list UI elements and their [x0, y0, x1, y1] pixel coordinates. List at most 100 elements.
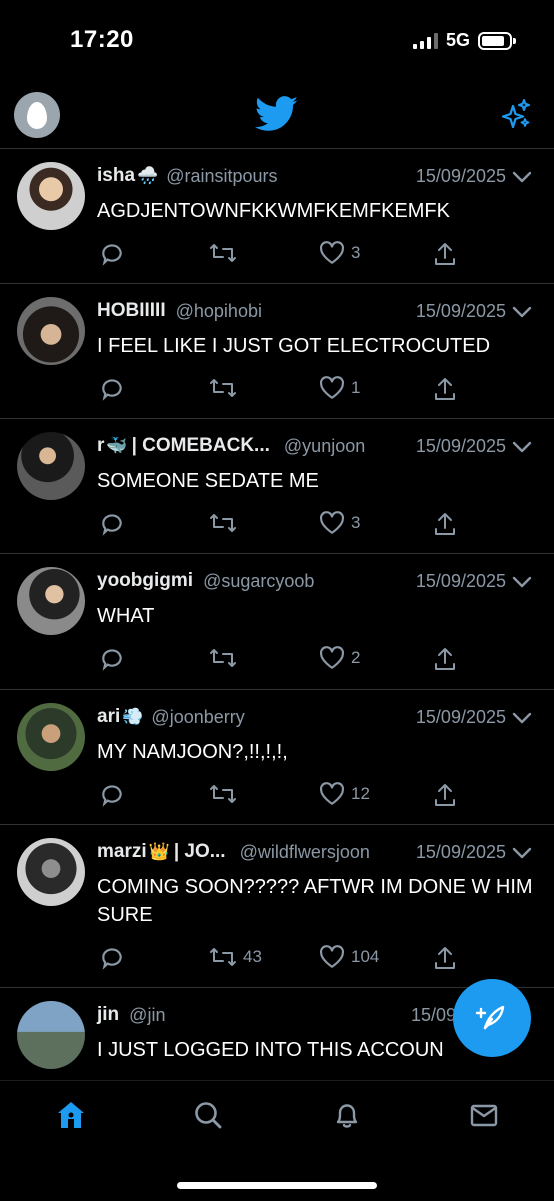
search-icon[interactable] — [192, 1099, 224, 1131]
share-button[interactable] — [433, 945, 457, 971]
tweet-actions: 12 — [97, 782, 534, 812]
reply-button[interactable] — [99, 376, 125, 402]
compose-tweet-button[interactable] — [453, 979, 531, 1057]
display-name[interactable]: isha — [97, 165, 135, 187]
reply-button[interactable] — [99, 241, 125, 267]
tweet-date: 15/09/2025 — [415, 300, 506, 321]
avatar[interactable] — [17, 703, 85, 771]
tweet[interactable]: marzi 👑 | JO... @wildflwersjoon 15/09/20… — [0, 825, 554, 988]
share-icon — [435, 378, 455, 400]
avatar[interactable] — [17, 162, 85, 230]
tweet-actions: 3 — [97, 241, 534, 271]
twitter-bird-icon — [255, 96, 298, 131]
signal-icon — [412, 32, 438, 49]
reply-icon — [102, 785, 122, 807]
tweet[interactable]: ari 💨 @joonberry 15/09/2025 MY NAMJOON?,… — [0, 690, 554, 825]
heart-icon — [319, 646, 345, 669]
retweet-button[interactable] — [209, 782, 243, 806]
tweet[interactable]: HOBIIIII @hopihobi 15/09/2025 I FEEL LIK… — [0, 284, 554, 419]
reply-icon — [102, 379, 122, 401]
display-name[interactable]: r — [97, 435, 104, 457]
handle[interactable]: @hopihobi — [176, 301, 262, 322]
handle[interactable]: @jin — [129, 1005, 165, 1026]
display-name[interactable]: marzi — [97, 841, 147, 863]
retweet-button[interactable] — [209, 241, 243, 265]
display-name-suffix[interactable]: | COMEBACK... — [132, 435, 270, 457]
retweet-icon — [210, 948, 236, 966]
like-button[interactable]: 3 — [319, 241, 360, 265]
heart-icon — [319, 782, 345, 805]
chevron-down-icon[interactable] — [512, 575, 532, 589]
heart-icon — [319, 376, 345, 399]
egg-avatar-icon[interactable] — [14, 92, 60, 138]
display-name-suffix[interactable]: | JO... — [174, 841, 226, 863]
tweet-actions: 1 — [97, 376, 534, 406]
reply-button[interactable] — [99, 945, 125, 971]
tweet-header: yoobgigmi @sugarcyoob 15/09/2025 — [97, 568, 536, 594]
avatar[interactable] — [17, 838, 85, 906]
sparkle-icon[interactable] — [500, 98, 532, 132]
reply-icon — [102, 244, 122, 266]
retweet-icon — [210, 379, 236, 397]
retweet-button[interactable]: 43 — [209, 945, 262, 969]
reply-button[interactable] — [99, 511, 125, 537]
avatar[interactable] — [17, 432, 85, 500]
like-button[interactable]: 2 — [319, 646, 360, 670]
timeline-feed[interactable]: isha 🌧️ @rainsitpours 15/09/2025 AGDJENT… — [0, 149, 554, 1079]
tweet-actions: 3 — [97, 511, 534, 541]
status-indicators: 5G — [412, 30, 516, 51]
reply-button[interactable] — [99, 782, 125, 808]
avatar[interactable] — [17, 297, 85, 365]
tweet-date: 15/09/2025 — [415, 165, 506, 186]
tweet-text: MY NAMJOON?,!!,!,!, — [97, 741, 288, 763]
display-name[interactable]: yoobgigmi — [97, 570, 193, 592]
handle[interactable]: @joonberry — [151, 707, 244, 728]
like-button[interactable]: 3 — [319, 511, 360, 535]
display-name[interactable]: HOBIIIII — [97, 300, 166, 322]
reply-button[interactable] — [99, 646, 125, 672]
retweet-icon — [210, 785, 236, 803]
top-nav — [0, 84, 554, 149]
chevron-down-icon[interactable] — [512, 711, 532, 725]
like-button[interactable]: 12 — [319, 782, 370, 806]
avatar[interactable] — [17, 567, 85, 635]
display-name[interactable]: ari — [97, 706, 120, 728]
tweet-header: ari 💨 @joonberry 15/09/2025 — [97, 704, 536, 730]
notifications-bell-icon[interactable] — [331, 1099, 363, 1131]
tweet-date: 15/09/2025 — [415, 570, 506, 591]
retweet-button[interactable] — [209, 376, 243, 400]
tweet[interactable]: r 🐳 | COMEBACK... @yunjoon 15/09/2025 SO… — [0, 419, 554, 554]
handle[interactable]: @wildflwersjoon — [240, 842, 370, 863]
retweet-icon — [210, 514, 236, 532]
like-button[interactable]: 1 — [319, 376, 360, 400]
chevron-down-icon[interactable] — [512, 440, 532, 454]
tweet-text: AGDJENTOWNFKKWMFKEMFKEMFK — [97, 200, 450, 222]
share-button[interactable] — [433, 511, 457, 537]
display-name[interactable]: jin — [97, 1004, 119, 1026]
handle[interactable]: @rainsitpours — [166, 166, 277, 187]
messages-envelope-icon[interactable] — [468, 1099, 500, 1131]
chevron-down-icon[interactable] — [512, 170, 532, 184]
name-emoji: 🐳 — [106, 436, 128, 455]
tweet-header: isha 🌧️ @rainsitpours 15/09/2025 — [97, 163, 536, 189]
handle[interactable]: @yunjoon — [284, 436, 365, 457]
retweet-button[interactable] — [209, 511, 243, 535]
chevron-down-icon[interactable] — [512, 846, 532, 860]
share-button[interactable] — [433, 376, 457, 402]
chevron-down-icon[interactable] — [512, 305, 532, 319]
avatar[interactable] — [17, 1001, 85, 1069]
like-button[interactable]: 104 — [319, 945, 379, 969]
feather-plus-icon — [475, 1005, 505, 1030]
heart-icon — [319, 945, 345, 968]
tweet[interactable]: isha 🌧️ @rainsitpours 15/09/2025 AGDJENT… — [0, 149, 554, 284]
handle[interactable]: @sugarcyoob — [203, 571, 314, 592]
share-button[interactable] — [433, 646, 457, 672]
home-icon[interactable] — [55, 1099, 87, 1131]
tweet-actions: 43 104 — [97, 945, 534, 975]
status-time: 17:20 — [70, 26, 134, 53]
share-button[interactable] — [433, 782, 457, 808]
home-indicator[interactable] — [177, 1182, 377, 1189]
tweet[interactable]: yoobgigmi @sugarcyoob 15/09/2025 WHAT 2 — [0, 554, 554, 690]
share-button[interactable] — [433, 241, 457, 267]
retweet-button[interactable] — [209, 646, 243, 670]
